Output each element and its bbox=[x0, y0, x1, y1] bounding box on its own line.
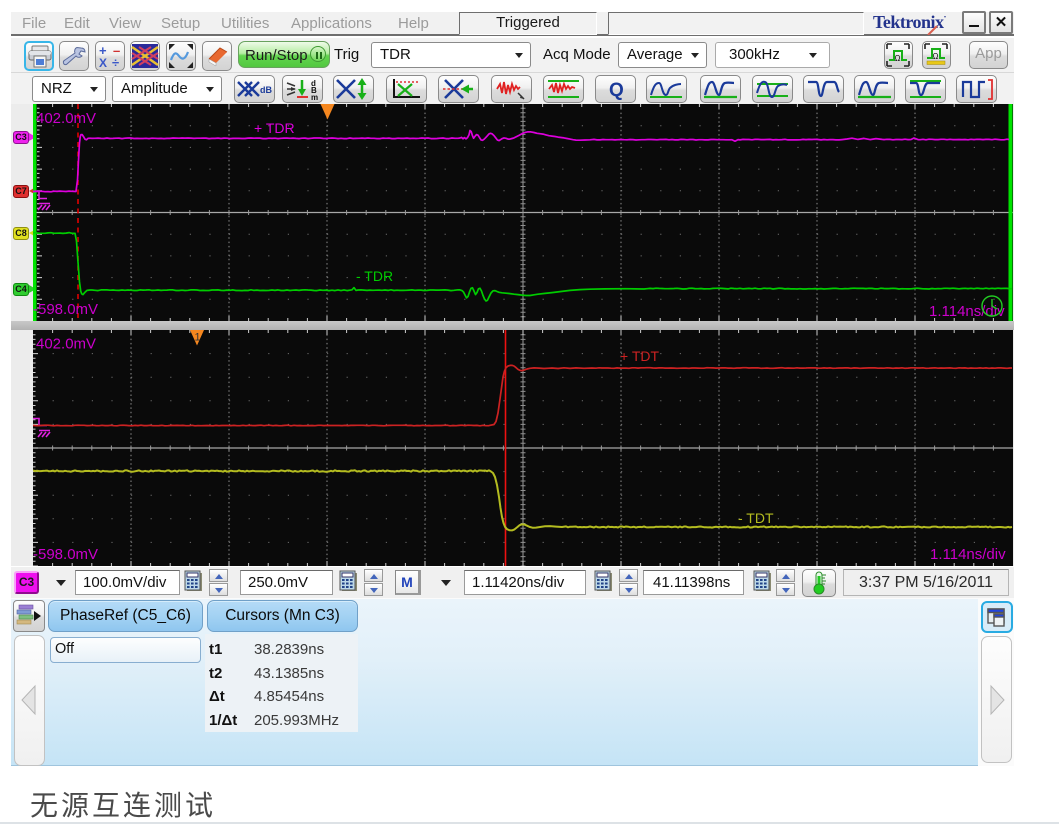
svg-text:Ω: Ω bbox=[895, 54, 901, 63]
svg-text:402.0mV: 402.0mV bbox=[36, 336, 96, 353]
svg-text:m: m bbox=[311, 93, 318, 102]
svg-text:+ TDT: + TDT bbox=[620, 348, 659, 364]
svg-text:Ω: Ω bbox=[933, 52, 939, 61]
svg-text:dB: dB bbox=[260, 85, 272, 95]
svg-text:1.114ns/div: 1.114ns/div bbox=[930, 546, 1006, 563]
svg-text:402.0mV: 402.0mV bbox=[36, 110, 96, 127]
svg-text:1.114ns/div: 1.114ns/div bbox=[929, 303, 1005, 320]
svg-text:1: 1 bbox=[195, 332, 201, 344]
svg-text:+ TDR: + TDR bbox=[254, 120, 295, 136]
svg-text:- TDR: - TDR bbox=[356, 268, 393, 284]
svg-text:-598.0mV: -598.0mV bbox=[33, 546, 98, 563]
svg-text:÷: ÷ bbox=[112, 55, 119, 70]
svg-text:-598.0mV: -598.0mV bbox=[33, 301, 98, 318]
svg-text:- TDT: - TDT bbox=[738, 510, 774, 526]
svg-text:X: X bbox=[99, 56, 107, 70]
svg-text:Q: Q bbox=[609, 80, 624, 101]
